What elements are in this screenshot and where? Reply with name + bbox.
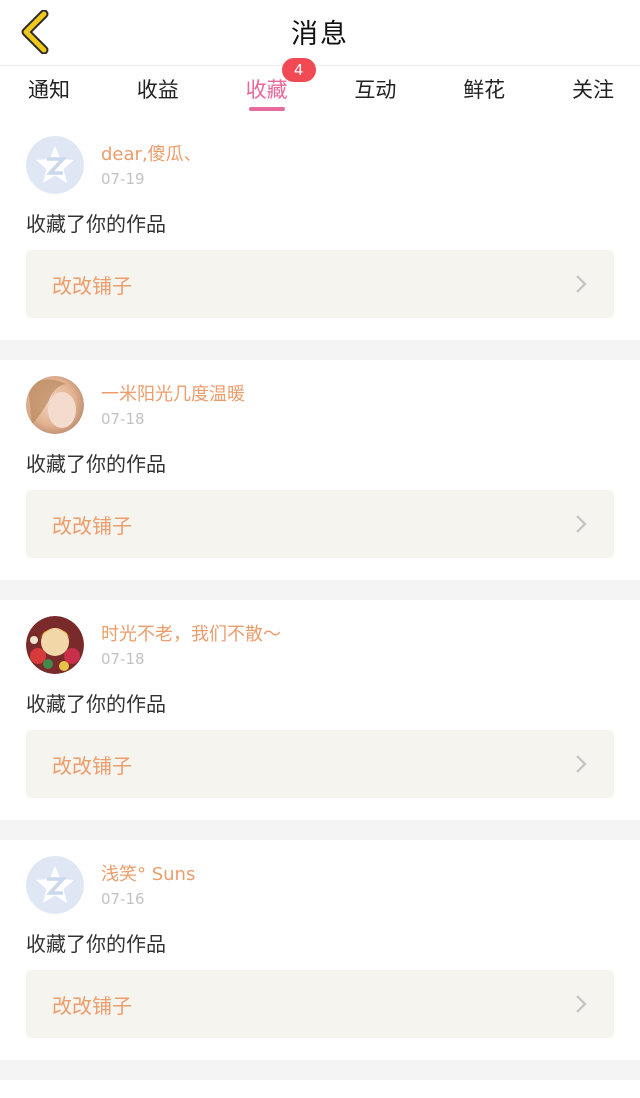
tab-interaction[interactable]: 互动 bbox=[352, 66, 398, 120]
tab-label: 通知 bbox=[28, 78, 70, 102]
tab-label: 关注 bbox=[571, 78, 614, 102]
action-text: 收藏了你的作品 bbox=[26, 692, 166, 716]
tab-label: 收藏 bbox=[245, 78, 288, 102]
tab-label: 收益 bbox=[136, 78, 179, 102]
illustration-avatar[interactable] bbox=[26, 616, 84, 674]
action-text: 收藏了你的作品 bbox=[26, 932, 166, 956]
tab-notice[interactable]: 通知 bbox=[26, 66, 72, 120]
timestamp: 07-18 bbox=[101, 410, 145, 428]
chevron-right-icon bbox=[576, 275, 587, 293]
default-avatar[interactable] bbox=[26, 136, 84, 194]
tab-flowers[interactable]: 鲜花 bbox=[461, 66, 507, 120]
nav-bar: 消息 bbox=[0, 0, 640, 66]
list-item: dear,傻瓜、 07-19 收藏了你的作品 改改铺子 bbox=[0, 120, 640, 340]
chevron-right-icon bbox=[576, 995, 587, 1013]
divider bbox=[0, 1060, 640, 1080]
store-name: 改改铺子 bbox=[52, 513, 132, 538]
timestamp: 07-16 bbox=[101, 890, 145, 908]
tab-follow[interactable]: 关注 bbox=[570, 66, 616, 120]
list-item: 浅笑° Suns 07-16 收藏了你的作品 改改铺子 bbox=[0, 840, 640, 1060]
action-text: 收藏了你的作品 bbox=[26, 212, 166, 236]
photo-avatar[interactable] bbox=[26, 376, 84, 434]
divider bbox=[0, 340, 640, 360]
store-link[interactable]: 改改铺子 bbox=[26, 490, 614, 558]
active-tab-indicator bbox=[248, 107, 285, 111]
unread-badge: 4 bbox=[281, 58, 316, 82]
store-link[interactable]: 改改铺子 bbox=[26, 250, 614, 318]
tab-label: 鲜花 bbox=[463, 78, 506, 102]
tab-bar: 通知 收益 收藏 4 互动 鲜花 关注 bbox=[0, 58, 640, 120]
timestamp: 07-18 bbox=[101, 650, 145, 668]
default-avatar[interactable] bbox=[26, 856, 84, 914]
user-name[interactable]: 浅笑° Suns bbox=[101, 864, 195, 886]
user-name[interactable]: dear,傻瓜、 bbox=[101, 144, 202, 166]
divider bbox=[0, 820, 640, 840]
list-item: 时光不老，我们不散～ 07-18 收藏了你的作品 改改铺子 bbox=[0, 600, 640, 820]
store-name: 改改铺子 bbox=[52, 273, 132, 298]
store-link[interactable]: 改改铺子 bbox=[26, 730, 614, 798]
divider bbox=[0, 580, 640, 600]
tab-label: 互动 bbox=[354, 78, 397, 102]
user-name[interactable]: 时光不老，我们不散～ bbox=[101, 624, 281, 646]
store-name: 改改铺子 bbox=[52, 753, 132, 778]
chevron-right-icon bbox=[576, 515, 587, 533]
page-title: 消息 bbox=[291, 19, 349, 50]
timestamp: 07-19 bbox=[101, 170, 145, 188]
tab-favorites[interactable]: 收藏 4 bbox=[244, 58, 316, 120]
user-name[interactable]: 一米阳光几度温暖 bbox=[101, 384, 245, 406]
store-name: 改改铺子 bbox=[52, 993, 132, 1018]
action-text: 收藏了你的作品 bbox=[26, 452, 166, 476]
list-item: 一米阳光几度温暖 07-18 收藏了你的作品 改改铺子 bbox=[0, 360, 640, 580]
store-link[interactable]: 改改铺子 bbox=[26, 970, 614, 1038]
tab-earnings[interactable]: 收益 bbox=[135, 66, 181, 120]
chevron-right-icon bbox=[576, 755, 587, 773]
